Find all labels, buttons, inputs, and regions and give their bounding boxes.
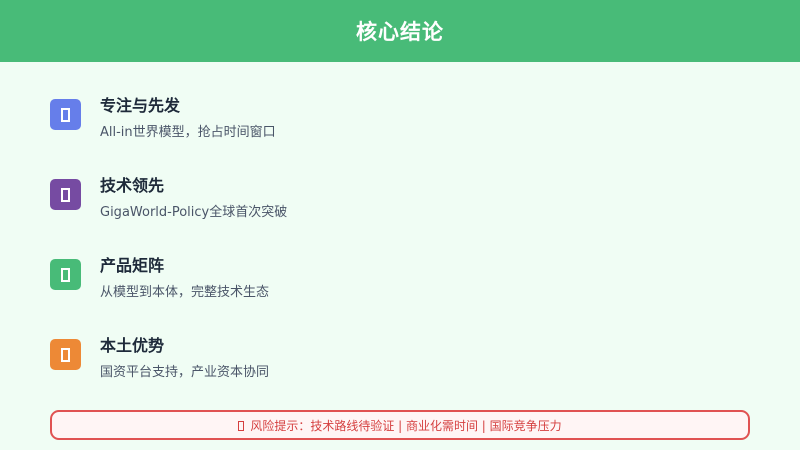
- risk-warning: 风险提示：技术路线待验证 | 商业化需时间 | 国际竞争压力: [238, 417, 562, 434]
- conclusion-item-local: 本土优势 国资平台支持，产业资本协同: [50, 336, 750, 396]
- item-title: 产品矩阵: [100, 256, 165, 275]
- risk-warning-box: 风险提示：技术路线待验证 | 商业化需时间 | 国际竞争压力: [50, 410, 750, 440]
- warning-icon: [238, 420, 245, 431]
- item-description: 国资平台支持，产业资本协同: [100, 365, 270, 380]
- placeholder-glyph-icon: [50, 99, 81, 130]
- header-bar: 核心结论: [0, 0, 800, 62]
- page-title: 核心结论: [356, 20, 444, 44]
- conclusion-item-focus: 专注与先发 All-in世界模型，抢占时间窗口: [50, 96, 750, 156]
- placeholder-glyph-icon: [50, 339, 81, 370]
- item-title: 专注与先发: [100, 96, 181, 115]
- risk-warning-text: 风险提示：技术路线待验证 | 商业化需时间 | 国际竞争压力: [250, 418, 562, 433]
- item-description: GigaWorld-Policy全球首次突破: [100, 205, 288, 220]
- conclusion-item-products: 产品矩阵 从模型到本体，完整技术生态: [50, 256, 750, 316]
- item-title: 技术领先: [100, 176, 165, 195]
- placeholder-glyph-icon: [50, 179, 81, 210]
- item-title: 本土优势: [100, 336, 165, 355]
- placeholder-glyph-icon: [50, 259, 81, 290]
- item-description: All-in世界模型，抢占时间窗口: [100, 125, 276, 140]
- item-description: 从模型到本体，完整技术生态: [100, 285, 270, 300]
- conclusion-item-tech: 技术领先 GigaWorld-Policy全球首次突破: [50, 176, 750, 236]
